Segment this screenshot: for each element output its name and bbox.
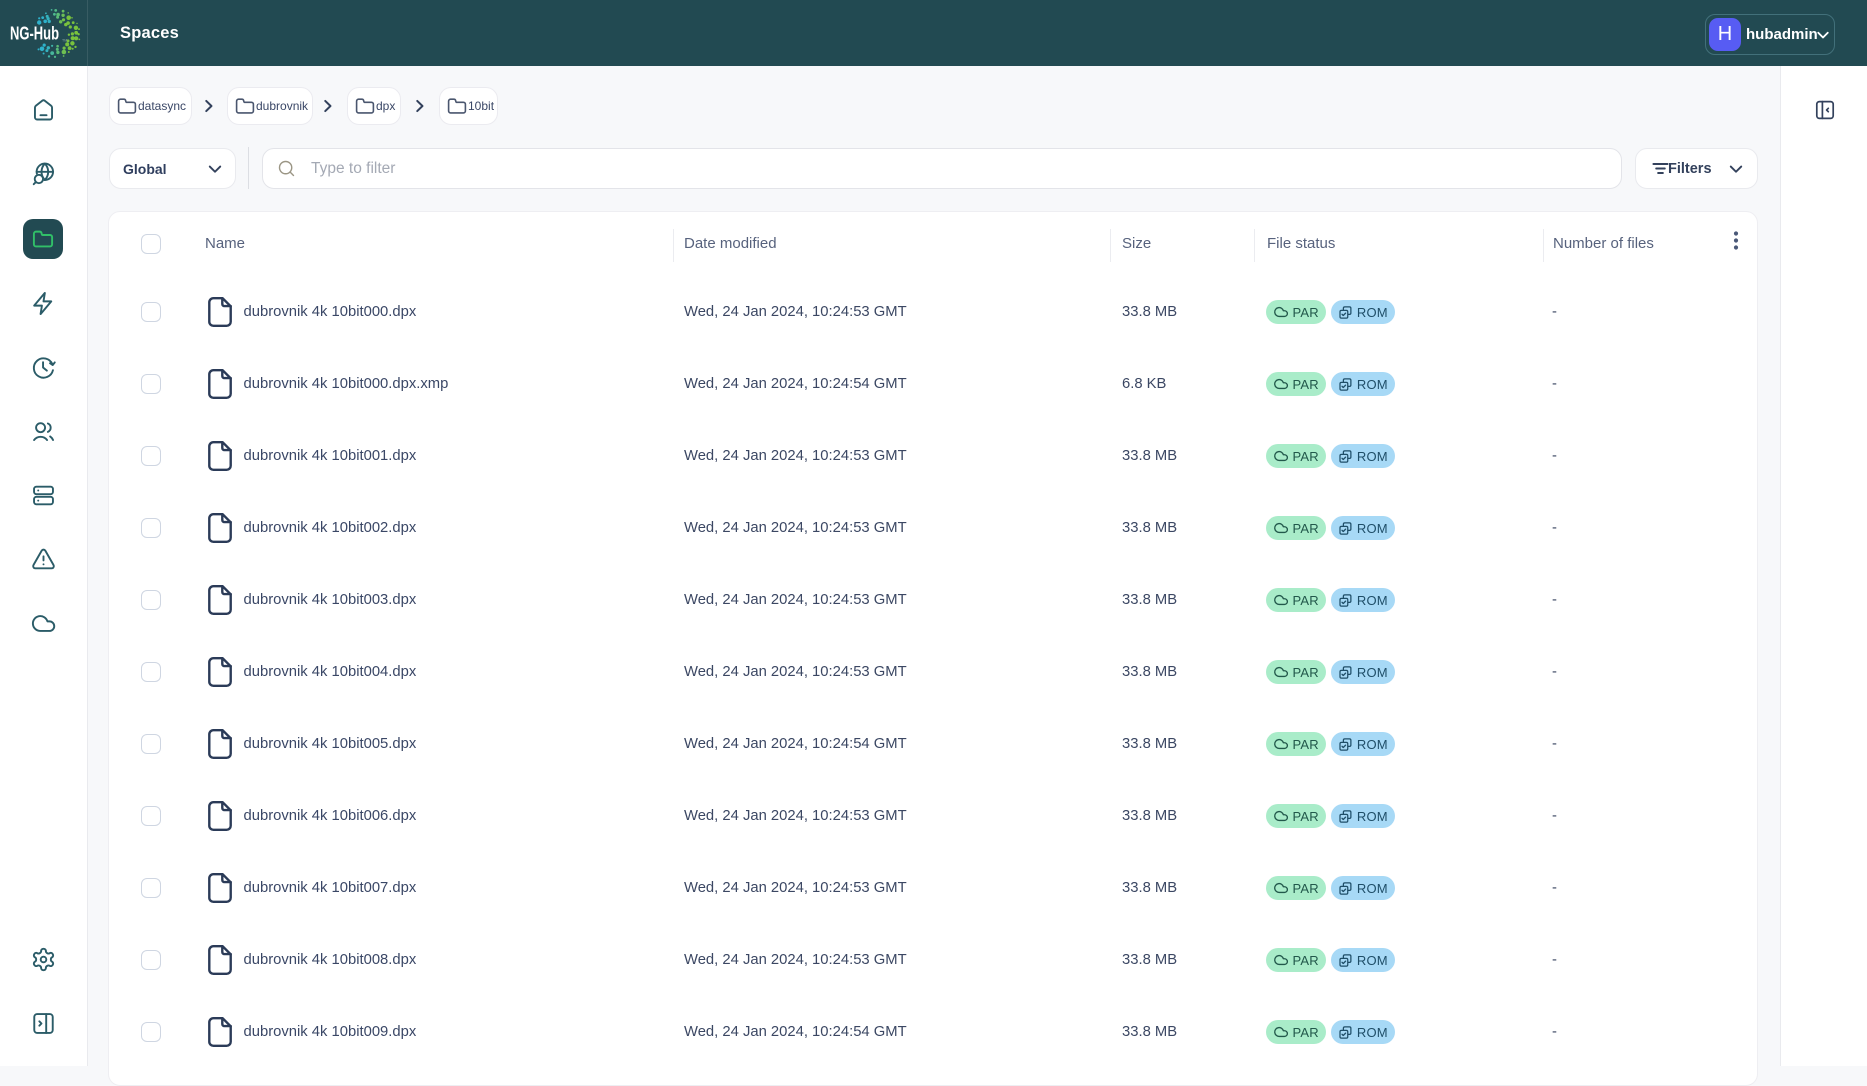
svg-text:TM: TM [62,39,67,43]
svg-text:NG-Hub: NG-Hub [10,24,59,44]
